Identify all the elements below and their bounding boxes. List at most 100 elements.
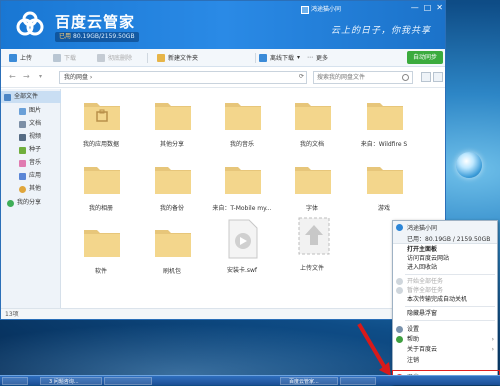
folder-icon [225, 103, 261, 130]
new-folder-label: 新建文件夹 [168, 55, 199, 62]
sidebar-item-label: 全部文件 [14, 93, 39, 100]
sidebar-item-pictures[interactable]: 图片 [1, 105, 61, 117]
sidebar-item-documents[interactable]: 文档 [1, 118, 61, 130]
upload-button[interactable]: 上传 [9, 53, 32, 62]
sidebar-item-all-files[interactable]: 全部文件 [1, 91, 61, 103]
file-tile[interactable]: 我的文档 [282, 99, 342, 161]
file-tile[interactable]: 来自：Wildfire S [354, 99, 414, 161]
menu-divider [405, 320, 495, 321]
taskbar-item[interactable]: 百度云管家... [280, 377, 338, 385]
taskbar-item[interactable] [104, 377, 152, 385]
tray-context-menu: 鸿途猫小同 已用：80.19GB / 2159.50GB 打开主面板 访问百度云… [392, 220, 498, 385]
menu-item-label: 打开主面板 [407, 246, 438, 253]
minimize-icon[interactable]: — [411, 3, 419, 12]
back-arrow-icon[interactable]: ← [9, 72, 16, 81]
file-tile[interactable]: 来自：T-Mobile my... [212, 163, 272, 225]
forward-arrow-icon[interactable]: → [23, 72, 30, 81]
username: 鸿途猫小同 [311, 6, 342, 13]
item-count: 13项 [5, 311, 19, 318]
user-area[interactable]: 鸿途猫小同 [301, 4, 341, 14]
app-data-folder-icon [84, 103, 120, 130]
maximize-icon[interactable]: □ [424, 3, 432, 12]
file-tile[interactable]: 我的音乐 [212, 99, 272, 161]
pause-icon [396, 287, 403, 294]
offline-download-button[interactable]: 离线下载 ▾ [259, 53, 300, 62]
start-button[interactable] [2, 377, 28, 385]
search-icon[interactable] [402, 74, 409, 81]
file-tile[interactable]: 其他分享 [142, 99, 202, 161]
folder-tree-icon [4, 93, 11, 101]
more-button[interactable]: ⋯ 更多 [307, 53, 328, 62]
menu-recycle-bin[interactable]: 进入回收站 [393, 263, 497, 272]
menu-hide-float-window[interactable]: 隐藏悬浮窗 [393, 309, 497, 318]
history-dropdown-icon[interactable]: ▾ [39, 73, 42, 80]
task-label: 百度云管家... [289, 379, 319, 385]
grid-view-icon[interactable] [421, 72, 431, 82]
watermark: jingyan [440, 341, 482, 352]
folder-icon [225, 167, 261, 194]
taskbar-item[interactable] [340, 377, 376, 385]
upload-icon [9, 53, 17, 62]
file-name: 我的文档 [299, 141, 324, 148]
file-tile[interactable]: 我的相册 [71, 163, 131, 225]
task-label: 3 问题咨询... [49, 379, 79, 385]
path-breadcrumb[interactable]: 我的网盘 › [59, 71, 307, 84]
red-pointer-arrow [357, 322, 391, 376]
close-icon[interactable]: ✕ [436, 3, 443, 12]
share-icon [7, 199, 14, 207]
play-icon [396, 278, 403, 285]
auto-sync-button[interactable]: 自动同步 [407, 51, 443, 64]
sidebar-item-label: 应用 [29, 172, 42, 179]
file-tile[interactable]: 安装卡.swf [212, 219, 272, 281]
sidebar-item-other[interactable]: 其他 [1, 183, 61, 195]
new-folder-button[interactable]: 新建文件夹 [157, 53, 198, 62]
file-name: 刷机包 [162, 268, 181, 275]
sidebar-item-torrents[interactable]: 种子 [1, 144, 61, 156]
address-bar: ← → ▾ 我的网盘 › ⟳ 搜索我的网盘文件 [1, 67, 445, 88]
file-name: 我的相册 [88, 205, 113, 212]
sidebar-item-apps[interactable]: 应用 [1, 170, 61, 182]
menu-pause-all-tasks[interactable]: 暂停全部任务 [393, 286, 497, 295]
file-tile[interactable]: 游戏 [354, 163, 414, 225]
baidu-cloud-window: 百度云管家 已用 80.19GB/2159.50GB 鸿途猫小同 — □ ✕ 云上… [0, 0, 446, 320]
sidebar-item-label: 音乐 [29, 159, 42, 166]
menu-auto-shutdown[interactable]: 本次传输完成自动关机 [393, 295, 497, 304]
new-folder-icon [157, 53, 165, 62]
download-label: 下载 [64, 55, 77, 62]
menu-settings[interactable]: 设置 [393, 325, 497, 334]
file-tile[interactable]: 刷机包 [142, 226, 202, 288]
sidebar-item-videos[interactable]: 视频 [1, 131, 61, 143]
delete-label: 彻底删除 [108, 55, 133, 62]
delete-button[interactable]: 彻底删除 [97, 53, 132, 62]
file-tile[interactable]: 我的应用数据 [71, 99, 131, 161]
file-tile[interactable]: 字体 [282, 163, 342, 225]
menu-start-all-tasks[interactable]: 开始全部任务 [393, 277, 497, 286]
taskbar-item[interactable]: 3 问题咨询... [40, 377, 102, 385]
search-input[interactable]: 搜索我的网盘文件 [313, 71, 413, 84]
path-text: 我的网盘 › [64, 74, 93, 81]
list-view-icon[interactable] [433, 72, 443, 82]
menu-item-label: 隐藏悬浮窗 [407, 310, 438, 317]
menu-visit-website[interactable]: 访问百度云网站 [393, 254, 497, 263]
menu-logout[interactable]: 注销 [393, 356, 497, 365]
help-icon [396, 336, 403, 343]
file-tile[interactable]: 我的备份 [142, 163, 202, 225]
search-placeholder: 搜索我的网盘文件 [317, 74, 366, 81]
menu-item-label: 设置 [407, 326, 420, 333]
image-icon [19, 107, 26, 115]
menu-open-main-panel[interactable]: 打开主面板 [393, 245, 497, 254]
window-controls: — □ ✕ [411, 3, 443, 12]
toolbar-divider [147, 53, 148, 63]
upload-arrow-icon [298, 217, 330, 255]
sidebar-item-label: 其他 [29, 185, 42, 192]
app-icon [19, 172, 26, 180]
torrent-icon [19, 146, 26, 154]
sidebar-item-music[interactable]: 音乐 [1, 157, 61, 169]
download-button[interactable]: 下载 [53, 53, 76, 62]
sidebar-item-my-shares[interactable]: 我的分享 [1, 197, 61, 209]
refresh-icon[interactable]: ⟳ [299, 73, 304, 80]
sidebar-item-label: 图片 [29, 107, 42, 114]
upload-file-tile[interactable]: 上传文件 [282, 217, 342, 279]
file-tile[interactable]: 软件 [71, 226, 131, 288]
sidebar-item-label: 种子 [29, 146, 42, 153]
